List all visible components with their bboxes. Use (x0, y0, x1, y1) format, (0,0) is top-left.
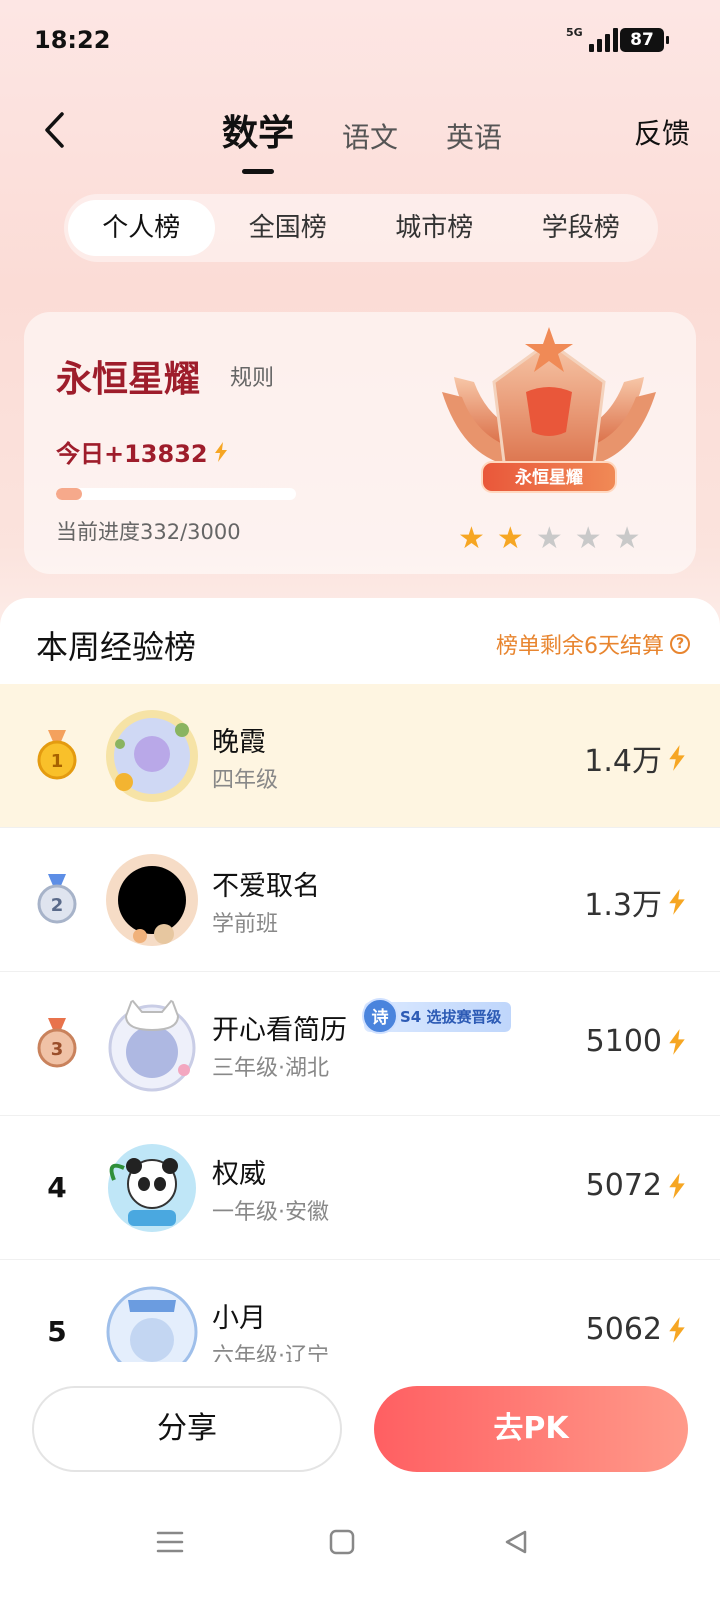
tab-english[interactable]: 英语 (446, 116, 502, 156)
user-name: 不爱取名 (212, 871, 320, 902)
star-icon: ★ (458, 521, 485, 556)
user-score: 5062 (586, 1312, 686, 1347)
user-name: 晚霞 (212, 727, 266, 758)
lightning-icon (669, 745, 685, 771)
avatar (106, 710, 198, 802)
tab-grade[interactable]: 学段榜 (508, 200, 655, 256)
star-icon: ★ (574, 521, 602, 556)
user-grade: 学前班 (212, 912, 279, 937)
settlement-text: 榜单剩余6天结算 (496, 634, 664, 659)
progress-text: 当前进度332/3000 (56, 520, 241, 544)
tab-city[interactable]: 城市榜 (361, 200, 508, 256)
user-score: 1.3万 (584, 880, 686, 924)
rule-link[interactable]: 规则 (230, 360, 274, 392)
user-score: 1.4万 (584, 736, 686, 780)
feedback-button[interactable]: 反馈 (634, 112, 690, 152)
bronze-medal-icon: 3 (36, 1018, 78, 1068)
board-title: 本周经验榜 (36, 628, 197, 666)
silver-medal-icon: 2 (36, 874, 78, 924)
svg-text:3: 3 (51, 1039, 64, 1060)
user-name: 小月 (212, 1303, 266, 1334)
tab-personal[interactable]: 个人榜 (68, 200, 215, 256)
menu-icon[interactable] (148, 1520, 192, 1564)
today-exp-text: 今日+13832 (56, 440, 208, 468)
avatar (108, 1144, 196, 1232)
level-stars: ★ ★ ★ ★ ★ (458, 524, 641, 554)
level-card: 永恒星耀 规则 今日+13832 当前进度332/3000 永恒星耀 ★ ★ ★ ★ ★ (24, 312, 696, 574)
tab-chinese[interactable]: 语文 (342, 116, 398, 156)
user-grade: 一年级·安徽 (212, 1200, 329, 1225)
user-score: 5100 (586, 1024, 686, 1059)
subject-tabs: 数学 语文 英语 (222, 100, 502, 174)
lightning-icon (669, 889, 685, 915)
today-exp: 今日+13832 (56, 434, 228, 469)
star-icon: ★ (496, 521, 524, 556)
status-bar: 18:22 5G 87 (0, 0, 720, 80)
share-button[interactable]: 分享 (32, 1386, 342, 1472)
lightning-icon (669, 1172, 685, 1199)
star-icon: ★ (535, 521, 563, 556)
rank-number: 5 (47, 1314, 67, 1348)
settlement-info[interactable]: 榜单剩余6天结算 ? (496, 628, 690, 660)
star-icon: ★ (613, 521, 641, 556)
tab-math[interactable]: 数学 (222, 104, 294, 174)
progress-fill (56, 488, 83, 500)
network-type: 5G (566, 26, 583, 39)
table-row[interactable]: 3 开心看简历 诗 S4 选拔赛晋级 三年级·湖北 5100 (0, 972, 720, 1116)
home-icon[interactable] (320, 1520, 364, 1564)
user-name: 权威 (212, 1159, 266, 1190)
poetry-badge-icon: 诗 (362, 998, 398, 1034)
system-nav-bar (0, 1520, 720, 1604)
level-badge-icon: 永恒星耀 (442, 327, 656, 493)
user-grade: 四年级 (212, 768, 279, 793)
table-row[interactable]: 1 晚霞 四年级 1.4万 (0, 684, 720, 828)
avatar (106, 854, 198, 946)
pk-button[interactable]: 去PK (374, 1386, 688, 1472)
lightning-icon (214, 441, 227, 462)
badge-text: 永恒星耀 (514, 467, 583, 488)
status-time: 18:22 (34, 26, 111, 54)
signal-icon: 5G (566, 26, 618, 52)
top-navbar: 数学 语文 英语 反馈 (0, 100, 720, 174)
back-button[interactable] (32, 108, 76, 152)
lightning-icon (669, 1028, 685, 1055)
achievement-text: S4 选拔赛晋级 (400, 1008, 502, 1026)
table-row[interactable]: 2 不爱取名 学前班 1.3万 (0, 828, 720, 972)
level-name: 永恒星耀 (56, 359, 201, 400)
table-row[interactable]: 4 权威 一年级·安徽 5072 (0, 1116, 720, 1260)
achievement-tag: 诗 S4 选拔赛晋级 (362, 998, 512, 1034)
user-score: 5072 (586, 1168, 686, 1203)
rank-type-tabs: 个人榜 全国榜 城市榜 学段榜 (64, 194, 658, 262)
tab-national[interactable]: 全国榜 (215, 200, 362, 256)
question-circle-icon[interactable]: ? (670, 634, 690, 654)
avatar (108, 998, 196, 1092)
progress-bar (56, 488, 296, 500)
gold-medal-icon: 1 (36, 730, 78, 780)
svg-text:1: 1 (51, 751, 64, 772)
chevron-left-icon (45, 112, 64, 148)
lightning-icon (669, 1316, 685, 1343)
rank-number: 4 (47, 1170, 67, 1204)
back-triangle-icon[interactable] (494, 1520, 538, 1564)
user-name: 开心看简历 (212, 1015, 347, 1046)
user-grade: 三年级·湖北 (212, 1056, 329, 1081)
svg-text:2: 2 (51, 895, 64, 916)
battery-icon: 87 (620, 28, 669, 52)
